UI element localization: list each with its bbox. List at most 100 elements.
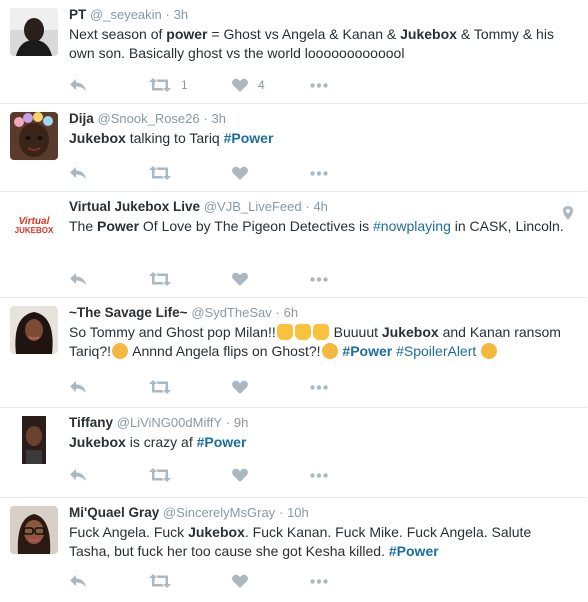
more-dots-icon — [310, 276, 328, 282]
heart-icon — [232, 272, 248, 286]
avatar-photo-icon — [10, 306, 58, 354]
reply-button[interactable] — [69, 378, 87, 396]
clapping-hands-emoji — [294, 324, 311, 340]
avatar[interactable] — [10, 112, 58, 160]
separator: · — [278, 505, 284, 520]
tweet[interactable]: Virtual JUKEBOX Virtual Jukebox Live @VJ… — [0, 192, 587, 298]
avatar[interactable] — [10, 306, 58, 354]
tweet-text: Fuck Angela. Fuck Jukebox. Fuck Kanan. F… — [69, 524, 532, 559]
virtual-jukebox-logo: Virtual JUKEBOX — [10, 200, 58, 248]
retweet-button[interactable] — [149, 572, 171, 590]
avatar[interactable] — [10, 8, 58, 56]
hashtag-link[interactable]: #Power — [197, 434, 247, 450]
display-name[interactable]: ~The Savage Life~ — [69, 305, 188, 320]
highlighted-keyword: Jukebox — [69, 130, 126, 146]
separator: · — [165, 7, 170, 22]
reply-button[interactable] — [69, 270, 87, 288]
more-button[interactable] — [310, 378, 328, 396]
tweet-actions: 1 4 — [69, 76, 369, 94]
handle[interactable]: @SincerelyMsGray — [163, 505, 275, 520]
more-dots-icon — [310, 384, 328, 390]
location-button[interactable] — [563, 206, 573, 225]
timestamp[interactable]: 3h — [174, 7, 188, 22]
retweet-icon — [149, 380, 171, 394]
display-name[interactable]: Tiffany — [69, 415, 113, 430]
raised-hands-emoji — [312, 324, 329, 340]
retweet-button[interactable]: 1 — [149, 76, 188, 94]
tweet-text: Next season of power = Ghost vs Angela &… — [69, 26, 554, 61]
retweet-button[interactable] — [149, 378, 171, 396]
more-button[interactable] — [310, 466, 328, 484]
like-button[interactable] — [232, 378, 248, 396]
timestamp[interactable]: 3h — [212, 111, 226, 126]
like-button[interactable] — [232, 572, 248, 590]
tweet[interactable]: Tiffany @LiViNG00dMiffY · 9h Jukebox is … — [0, 408, 587, 498]
timestamp[interactable]: 6h — [284, 305, 298, 320]
timestamp[interactable]: 4h — [313, 199, 327, 214]
reply-button[interactable] — [69, 76, 87, 94]
display-name[interactable]: Dija — [69, 111, 94, 126]
hashtag-link[interactable]: #nowplaying — [373, 218, 451, 234]
tweet[interactable]: Dija @Snook_Rose26 · 3h Jukebox talking … — [0, 104, 587, 192]
separator: · — [225, 415, 231, 430]
handle[interactable]: @VJB_LiveFeed — [204, 199, 302, 214]
tweet-actions — [69, 164, 369, 182]
handle[interactable]: @_seyeakin — [90, 7, 162, 22]
like-button[interactable] — [232, 270, 248, 288]
retweet-button[interactable] — [149, 466, 171, 484]
avatar[interactable] — [10, 416, 58, 464]
retweet-icon — [149, 78, 171, 92]
retweet-icon — [149, 272, 171, 286]
reply-button[interactable] — [69, 466, 87, 484]
reply-icon — [70, 575, 86, 587]
more-button[interactable] — [310, 164, 328, 182]
like-button[interactable]: 4 — [232, 76, 265, 94]
separator: · — [203, 111, 208, 126]
handle[interactable]: @SydTheSav — [191, 305, 271, 320]
display-name[interactable]: Virtual Jukebox Live — [69, 199, 200, 214]
timestamp[interactable]: 10h — [287, 505, 309, 520]
tweet[interactable]: ~The Savage Life~ @SydTheSav · 6h So Tom… — [0, 298, 587, 408]
tweet-text: The Power Of Love by The Pigeon Detectiv… — [69, 218, 564, 234]
like-count: 4 — [258, 78, 265, 92]
hashtag-link[interactable]: #Power — [389, 543, 439, 559]
more-button[interactable] — [310, 76, 328, 94]
separator: · — [305, 199, 310, 214]
retweet-button[interactable] — [149, 270, 171, 288]
avatar[interactable] — [10, 506, 58, 554]
highlighted-keyword: Power — [97, 218, 140, 234]
avatar-photo-icon — [10, 8, 58, 56]
retweet-icon — [149, 574, 171, 588]
reply-icon — [70, 79, 86, 91]
reply-icon — [70, 273, 86, 285]
more-button[interactable] — [310, 572, 328, 590]
tweet-text: So Tommy and Ghost pop Milan!! Buuuut Ju… — [69, 324, 561, 359]
more-dots-icon — [310, 578, 328, 584]
timestamp[interactable]: 9h — [234, 415, 248, 430]
hashtag-link[interactable]: #Power — [224, 130, 274, 146]
hashtag-link[interactable]: #Power — [342, 343, 392, 359]
heart-icon — [232, 574, 248, 588]
heart-icon — [232, 468, 248, 482]
more-button[interactable] — [310, 270, 328, 288]
heart-icon — [232, 380, 248, 394]
display-name[interactable]: Mi'Quael Gray — [69, 505, 159, 520]
reply-button[interactable] — [69, 572, 87, 590]
tweet-text: Jukebox is crazy af #Power — [69, 434, 247, 450]
tweet[interactable]: PT @_seyeakin · 3h Next season of power … — [0, 0, 587, 104]
logo-text-2: JUKEBOX — [15, 226, 54, 235]
retweet-button[interactable] — [149, 164, 171, 182]
like-button[interactable] — [232, 164, 248, 182]
heart-icon — [232, 166, 248, 180]
avatar[interactable]: Virtual JUKEBOX — [10, 200, 58, 248]
highlighted-keyword: Jukebox — [188, 524, 245, 540]
avatar-photo-icon — [10, 416, 58, 464]
handle[interactable]: @Snook_Rose26 — [98, 111, 200, 126]
handle[interactable]: @LiViNG00dMiffY — [117, 415, 222, 430]
reply-button[interactable] — [69, 164, 87, 182]
like-button[interactable] — [232, 466, 248, 484]
reply-icon — [70, 167, 86, 179]
tweet[interactable]: Mi'Quael Gray @SincerelyMsGray · 10h Fuc… — [0, 498, 587, 602]
hashtag-link[interactable]: #SpoilerAlert — [396, 343, 476, 359]
display-name[interactable]: PT — [69, 7, 86, 22]
